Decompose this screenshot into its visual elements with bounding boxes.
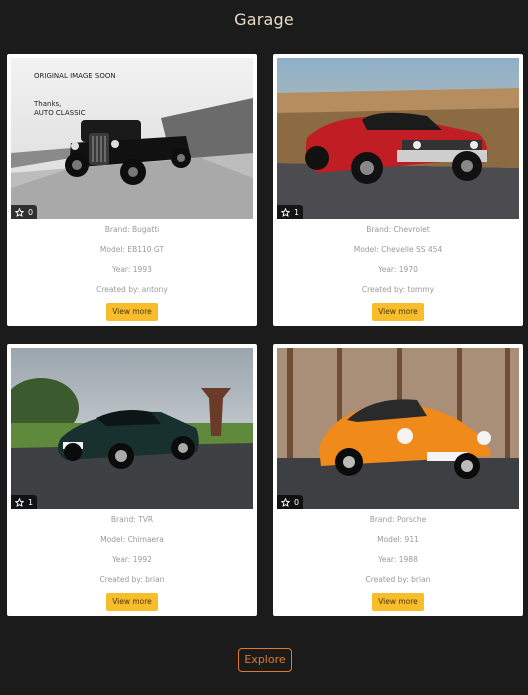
star-icon xyxy=(15,207,24,217)
car-card[interactable]: 1 Brand: TVR Model: Chimaera Year: 1992 … xyxy=(7,344,257,616)
image-caption-line2: Thanks, xyxy=(34,100,62,108)
car-brand: Brand: TVR xyxy=(110,515,154,524)
car-model: Model: Chevelle SS 454 xyxy=(353,245,443,254)
car-photo[interactable]: 0 xyxy=(277,348,519,509)
favorites-count: 0 xyxy=(294,497,300,507)
car-photo[interactable]: 1 xyxy=(11,348,253,509)
car-grid: ORIGINAL IMAGE SOON Thanks, AUTO CLASSIC… xyxy=(7,54,523,616)
car-card[interactable]: 1 Brand: Chevrolet Model: Chevelle SS 45… xyxy=(273,54,523,326)
car-model: Model: Chimaera xyxy=(100,535,164,544)
car-year: Year: 1993 xyxy=(112,265,152,274)
favorites-badge[interactable]: 0 xyxy=(277,495,304,509)
favorites-count: 1 xyxy=(28,497,34,507)
view-more-button[interactable]: View more xyxy=(372,593,424,611)
car-card[interactable]: ORIGINAL IMAGE SOON Thanks, AUTO CLASSIC… xyxy=(7,54,257,326)
car-creator: Created by: tommy xyxy=(361,285,435,294)
star-icon xyxy=(281,497,290,507)
car-year: Year: 1988 xyxy=(378,555,418,564)
view-more-button[interactable]: View more xyxy=(106,303,158,321)
car-year: Year: 1970 xyxy=(378,265,418,274)
star-icon xyxy=(281,207,290,217)
car-creator: Created by: antony xyxy=(96,285,168,294)
view-more-button[interactable]: View more xyxy=(372,303,424,321)
car-model: Model: EB110 GT xyxy=(99,245,165,254)
car-brand: Brand: Chevrolet xyxy=(366,225,430,234)
car-model: Model: 911 xyxy=(377,535,419,544)
favorites-badge[interactable]: 0 xyxy=(11,205,38,219)
car-year: Year: 1992 xyxy=(112,555,152,564)
car-photo[interactable]: 1 xyxy=(277,58,519,219)
view-more-button[interactable]: View more xyxy=(106,593,158,611)
car-photo[interactable]: ORIGINAL IMAGE SOON Thanks, AUTO CLASSIC… xyxy=(11,58,253,219)
explore-button[interactable]: Explore xyxy=(238,648,292,672)
car-brand: Brand: Porsche xyxy=(369,515,427,524)
car-brand: Brand: Bugatti xyxy=(104,225,160,234)
star-icon xyxy=(15,497,24,507)
car-card[interactable]: 0 Brand: Porsche Model: 911 Year: 1988 C… xyxy=(273,344,523,616)
favorites-count: 1 xyxy=(294,207,300,217)
image-caption-line3: AUTO CLASSIC xyxy=(34,109,86,117)
image-caption: ORIGINAL IMAGE SOON xyxy=(34,72,116,80)
car-creator: Created by: brian xyxy=(365,575,431,584)
car-creator: Created by: brian xyxy=(99,575,165,584)
page-title: Garage xyxy=(234,10,294,29)
favorites-count: 0 xyxy=(28,207,34,217)
favorites-badge[interactable]: 1 xyxy=(11,495,38,509)
favorites-badge[interactable]: 1 xyxy=(277,205,304,219)
